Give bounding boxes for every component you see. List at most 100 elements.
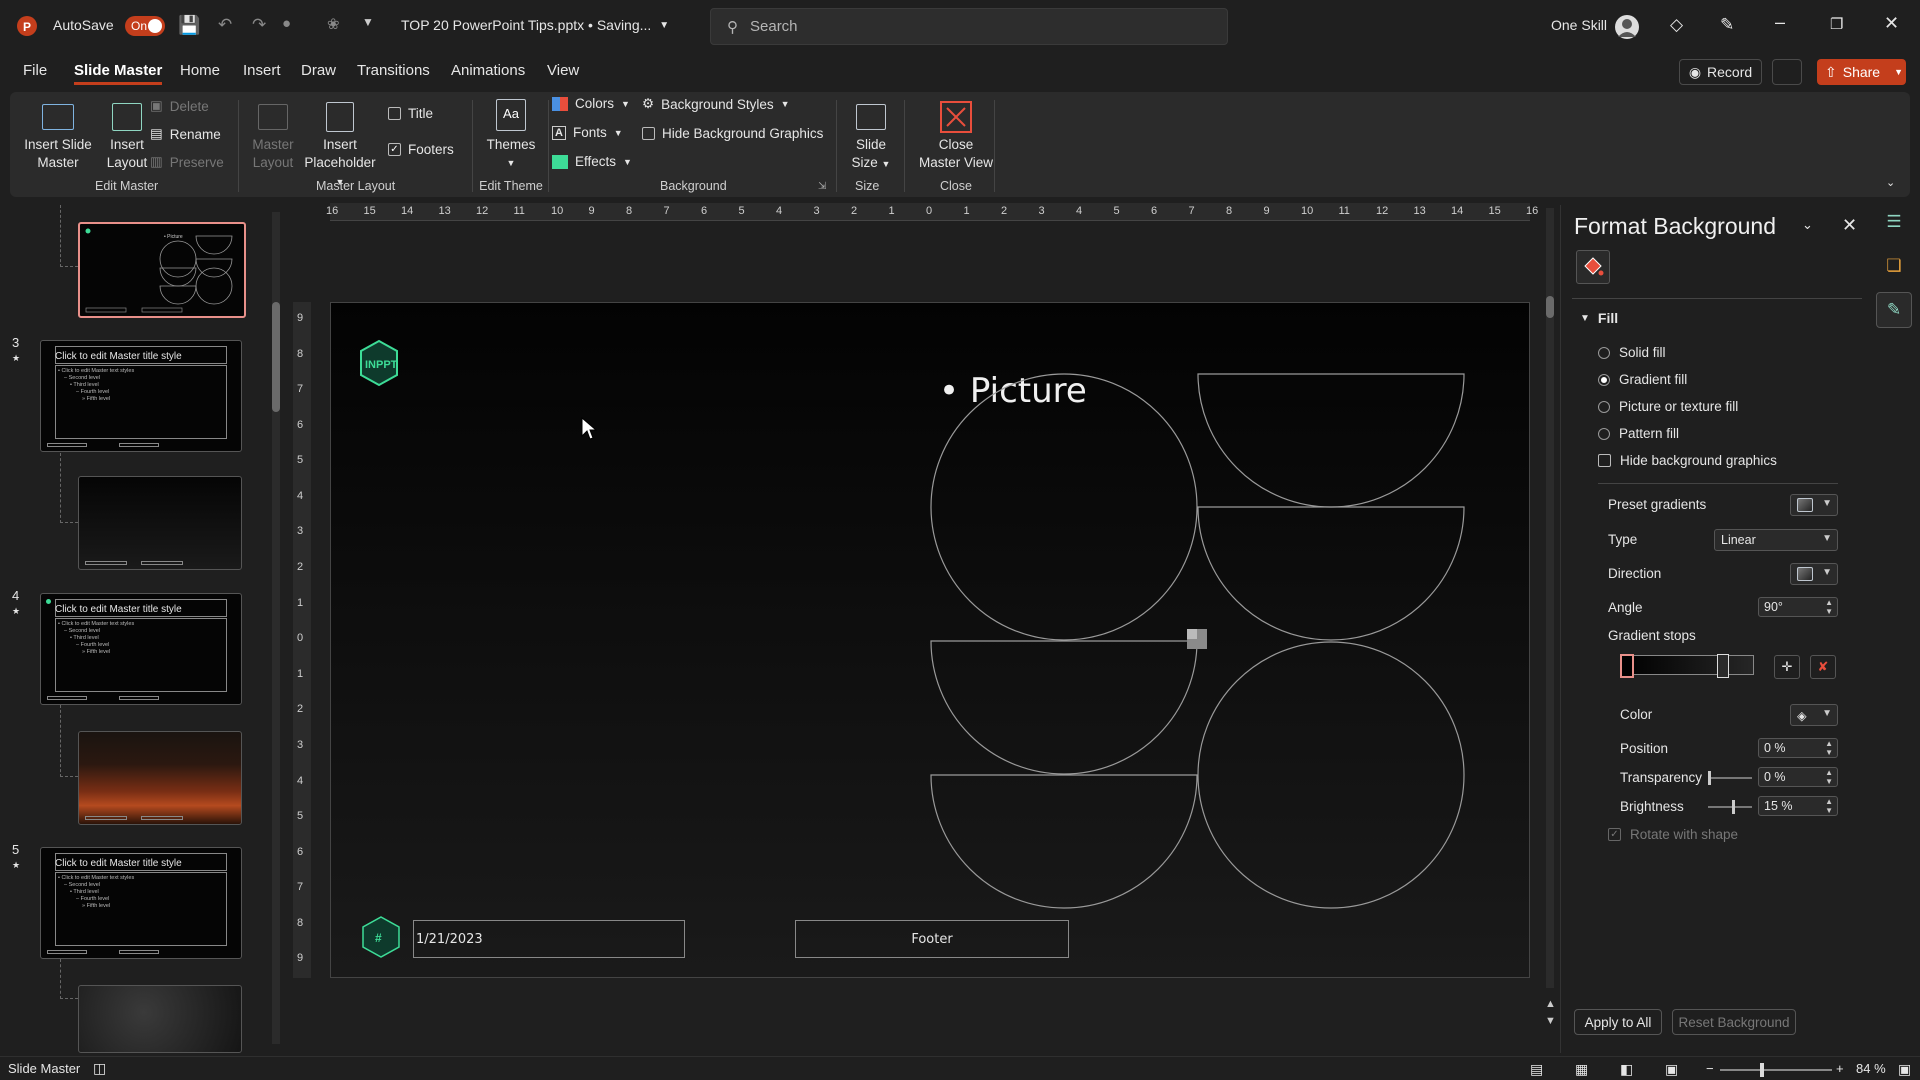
insert-layout-button[interactable]: Insert Layout	[98, 98, 156, 172]
moon-image-thumbnail[interactable]	[78, 985, 242, 1053]
master-layout-button[interactable]: Master Layout	[248, 98, 298, 172]
accessibility-icon[interactable]: ◫	[93, 1060, 106, 1077]
desert-image-thumbnail[interactable]	[78, 731, 242, 825]
tab-insert[interactable]: Insert	[243, 62, 281, 79]
diamond-icon[interactable]: ◇	[1670, 15, 1683, 35]
slide-thumbnail-3[interactable]: Click to edit Master title style • Click…	[40, 340, 242, 452]
preset-gradients-dropdown[interactable]: ▼	[1790, 494, 1838, 516]
share-button[interactable]: ⇧ Share ▼	[1817, 59, 1906, 85]
zoom-in-icon[interactable]: +	[1836, 1061, 1844, 1076]
layout-thumbnail[interactable]	[78, 476, 242, 570]
background-dialog-launcher-icon[interactable]: ⇲	[818, 178, 826, 196]
pattern-fill-radio[interactable]: Pattern fill	[1598, 426, 1679, 441]
minimize-icon[interactable]: –	[1775, 12, 1785, 33]
add-gradient-stop-icon[interactable]: ✛	[1774, 655, 1800, 679]
tab-home[interactable]: Home	[180, 62, 220, 79]
tab-view[interactable]: View	[547, 62, 579, 79]
slide-master-layout[interactable]: INPPT • Picture # 1/21/2023 Footer	[330, 302, 1530, 978]
scrollbar-thumb[interactable]	[272, 302, 280, 412]
color-picker-dropdown[interactable]: ◈ ▼	[1790, 704, 1838, 726]
hide-background-graphics-checkbox[interactable]: Hide background graphics	[1598, 453, 1777, 468]
slide-thumbnail-5[interactable]: Click to edit Master title style • Click…	[40, 847, 242, 959]
transparency-spinner[interactable]: 0 % ▲ ▼	[1758, 767, 1838, 787]
transparency-slider[interactable]	[1708, 771, 1752, 785]
prev-next-slide-arrows-icon[interactable]: ▲ ▼	[1545, 996, 1556, 1030]
hide-background-graphics-checkbox[interactable]: Hide Background Graphics	[642, 126, 823, 141]
tab-slide-master[interactable]: Slide Master	[74, 62, 163, 85]
slider-thumb[interactable]	[1760, 1063, 1764, 1077]
comments-button[interactable]	[1772, 59, 1802, 85]
reset-background-button[interactable]: Reset Background	[1672, 1009, 1796, 1035]
pane-options-chevron-icon[interactable]: ⌄	[1802, 217, 1813, 233]
picture-texture-fill-radio[interactable]: Picture or texture fill	[1598, 399, 1738, 414]
ribbon-collapse-chevron-icon[interactable]: ⌄	[1886, 174, 1895, 192]
user-name[interactable]: One Skill	[1551, 17, 1607, 33]
effects-button[interactable]: Effects ▼	[552, 154, 632, 169]
slide-thumbnail-2[interactable]: • Picture	[78, 222, 246, 318]
remove-gradient-stop-icon[interactable]: ✘	[1810, 655, 1836, 679]
position-spinner[interactable]: 0 % ▲ ▼	[1758, 738, 1838, 758]
fill-bucket-icon[interactable]	[1576, 250, 1610, 284]
footers-checkbox[interactable]: ✓ Footers	[388, 142, 454, 157]
redo-icon[interactable]: ↷	[252, 15, 266, 35]
shape-icon[interactable]: ●	[282, 15, 291, 32]
autosave-toggle[interactable]: On	[125, 16, 165, 36]
preserve-button[interactable]: ▥ Preserve	[150, 154, 224, 170]
brightness-spinner[interactable]: 15 % ▲ ▼	[1758, 796, 1838, 816]
document-title[interactable]: TOP 20 PowerPoint Tips.pptx • Saving... ▼	[401, 17, 669, 33]
solid-fill-radio[interactable]: Solid fill	[1598, 345, 1666, 360]
search-input[interactable]: ⚲ Search	[710, 8, 1228, 45]
save-icon[interactable]: 💾	[178, 15, 200, 36]
normal-view-icon[interactable]: ▦	[1575, 1061, 1588, 1078]
fonts-button[interactable]: A Fonts ▼	[552, 125, 623, 140]
slider-thumb[interactable]	[1708, 771, 1711, 785]
gradient-stop-2[interactable]	[1717, 654, 1729, 678]
tab-transitions[interactable]: Transitions	[357, 62, 430, 79]
avatar[interactable]	[1614, 14, 1640, 40]
format-background-tab-icon[interactable]: ✎	[1876, 292, 1912, 328]
date-placeholder[interactable]: 1/21/2023	[413, 920, 685, 958]
notes-icon[interactable]: ▤	[1530, 1061, 1543, 1078]
tab-animations[interactable]: Animations	[451, 62, 525, 79]
zoom-level[interactable]: 84 %	[1856, 1061, 1886, 1076]
gradient-fill-radio[interactable]: Gradient fill	[1598, 372, 1687, 387]
customize-toolbar-icon[interactable]: ▼	[362, 15, 374, 29]
thumbnail-scrollbar[interactable]	[272, 212, 280, 1044]
slide-thumbnail-4[interactable]: Click to edit Master title style • Click…	[40, 593, 242, 705]
canvas-scrollbar[interactable]	[1546, 208, 1554, 988]
slide-size-button[interactable]: Slide Size ▼	[843, 98, 899, 173]
title-checkbox[interactable]: Title	[388, 106, 433, 121]
insert-slide-master-button[interactable]: Insert Slide Master	[22, 98, 94, 172]
rotate-with-shape-checkbox[interactable]: ✓ Rotate with shape	[1608, 827, 1738, 842]
close-pane-icon[interactable]: ✕	[1842, 215, 1857, 236]
slider-thumb[interactable]	[1732, 800, 1735, 814]
pen-icon[interactable]: ✎	[1720, 15, 1734, 35]
designer-icon[interactable]: ☰	[1876, 204, 1912, 240]
angle-spinner[interactable]: 90° ▲ ▼	[1758, 597, 1838, 617]
zoom-slider[interactable]	[1720, 1063, 1832, 1077]
close-icon[interactable]: ✕	[1884, 13, 1899, 34]
scrollbar-thumb[interactable]	[1546, 296, 1554, 318]
undo-icon[interactable]: ↶	[218, 15, 232, 35]
zoom-out-icon[interactable]: −	[1706, 1061, 1714, 1076]
background-styles-button[interactable]: ⚙ Background Styles ▼	[642, 96, 790, 112]
format-painter-icon[interactable]: ❀	[327, 15, 340, 33]
tab-draw[interactable]: Draw	[301, 62, 336, 79]
delete-button[interactable]: ▣ Delete	[150, 98, 209, 114]
shape-format-icon[interactable]: ❏	[1876, 248, 1912, 284]
direction-dropdown[interactable]: ▼	[1790, 563, 1838, 585]
footer-placeholder[interactable]: Footer	[795, 920, 1069, 958]
fit-to-window-icon[interactable]: ▣	[1898, 1061, 1911, 1078]
insert-placeholder-button[interactable]: Insert Placeholder ▼	[300, 98, 380, 191]
slide-sorter-icon[interactable]: ◧	[1620, 1061, 1633, 1078]
themes-button[interactable]: Aa Themes ▼	[480, 94, 542, 172]
tab-file[interactable]: File	[23, 62, 47, 79]
reading-view-icon[interactable]: ▣	[1665, 1061, 1678, 1078]
restore-icon[interactable]: ❐	[1830, 15, 1843, 33]
apply-to-all-button[interactable]: Apply to All	[1574, 1009, 1662, 1035]
gradient-stop-1[interactable]	[1620, 654, 1634, 678]
close-master-view-button[interactable]: Close Master View	[910, 98, 1002, 172]
picture-placeholder-text[interactable]: • Picture	[939, 371, 1087, 411]
record-button[interactable]: ◉ Record	[1679, 59, 1762, 85]
colors-button[interactable]: Colors ▼	[552, 96, 630, 111]
